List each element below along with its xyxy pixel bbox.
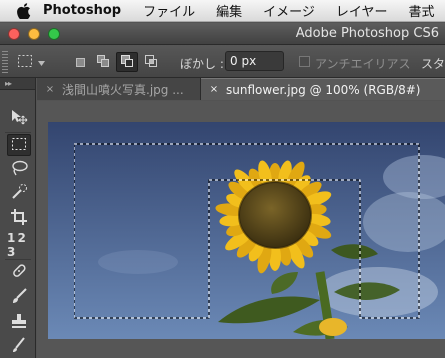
window-title-bar: Adobe Photoshop CS6 [0, 23, 445, 45]
brush-tool[interactable] [7, 287, 31, 309]
canvas-area[interactable] [37, 101, 445, 358]
apple-logo-icon[interactable] [17, 2, 31, 19]
eyedropper-icon: 1 2 3 [7, 231, 31, 259]
antialias-label: アンチエイリアス [315, 57, 411, 71]
tools-panel: ▸▸ 1 2 3 [0, 78, 36, 358]
close-tab-icon[interactable]: × [207, 84, 221, 95]
intersect-selection-button[interactable] [141, 52, 161, 72]
brush-icon [10, 287, 28, 309]
zoom-window-button[interactable] [48, 28, 60, 40]
tools-panel-header[interactable]: ▸▸ [0, 78, 35, 90]
menu-type[interactable]: 書式 [409, 1, 435, 20]
add-selection-icon [96, 54, 110, 71]
eyedropper-label: 1 2 3 [7, 231, 26, 259]
feather-label: ぼかし : [180, 57, 224, 71]
healing-brush-icon [10, 262, 28, 284]
chevron-down-icon [38, 55, 45, 69]
move-icon [10, 109, 28, 129]
lasso-tool[interactable] [7, 159, 31, 181]
quick-select-tool[interactable] [7, 183, 31, 205]
crop-icon [10, 208, 28, 230]
subtract-selection-button[interactable] [116, 52, 138, 72]
close-tab-icon[interactable]: × [43, 84, 57, 95]
menu-image[interactable]: イメージ [263, 1, 315, 20]
tab-label: 浅間山噴火写真.jpg ... [62, 82, 184, 97]
menu-edit[interactable]: 編集 [216, 1, 242, 20]
new-selection-icon [75, 57, 85, 67]
menu-app-name[interactable]: Photoshop [43, 3, 121, 18]
intersect-selection-icon [144, 54, 158, 71]
rect-marquee-icon [17, 54, 33, 71]
menu-bar: Photoshop ファイル 編集 イメージ レイヤー 書式 [0, 0, 445, 22]
healing-brush-tool[interactable] [7, 262, 31, 284]
expand-panel-icon: ▸▸ [5, 79, 12, 88]
minimize-window-button[interactable] [28, 28, 40, 40]
window-title: Adobe Photoshop CS6 [295, 26, 439, 41]
close-window-button[interactable] [8, 28, 20, 40]
lasso-icon [10, 160, 28, 180]
tool-preset-picker[interactable] [13, 52, 49, 72]
add-selection-button[interactable] [93, 52, 113, 72]
rect-marquee-icon [11, 136, 27, 155]
antialias-checkbox[interactable] [299, 56, 310, 67]
menu-layer[interactable]: レイヤー [336, 1, 388, 20]
tab-label: sunflower.jpg @ 100% (RGB/8#) [226, 82, 421, 97]
rect-marquee-tool[interactable] [7, 134, 31, 156]
new-selection-button[interactable] [70, 52, 90, 72]
move-tool[interactable] [7, 108, 31, 130]
options-bar: ぼかし : アンチエイリアス スタ [0, 45, 445, 78]
clone-stamp-tool[interactable] [7, 312, 31, 334]
history-brush-icon [10, 336, 28, 358]
sunflower-image[interactable] [48, 122, 445, 339]
document-tabs: × 浅間山噴火写真.jpg ... × sunflower.jpg @ 100%… [37, 78, 445, 100]
subtract-selection-icon [120, 54, 134, 71]
menu-file[interactable]: ファイル [143, 1, 195, 20]
eyedropper-tool[interactable]: 1 2 3 [7, 231, 31, 259]
tab-sunflower[interactable]: × sunflower.jpg @ 100% (RGB/8#) [201, 78, 445, 100]
clone-stamp-icon [10, 312, 28, 334]
history-brush-tool[interactable] [7, 336, 31, 358]
feather-input[interactable] [225, 51, 284, 71]
options-grip[interactable] [2, 51, 8, 73]
style-label: スタ [421, 57, 445, 71]
crop-tool[interactable] [7, 208, 31, 230]
tab-asama-photo[interactable]: × 浅間山噴火写真.jpg ... [37, 78, 201, 100]
quick-select-icon [10, 183, 28, 205]
